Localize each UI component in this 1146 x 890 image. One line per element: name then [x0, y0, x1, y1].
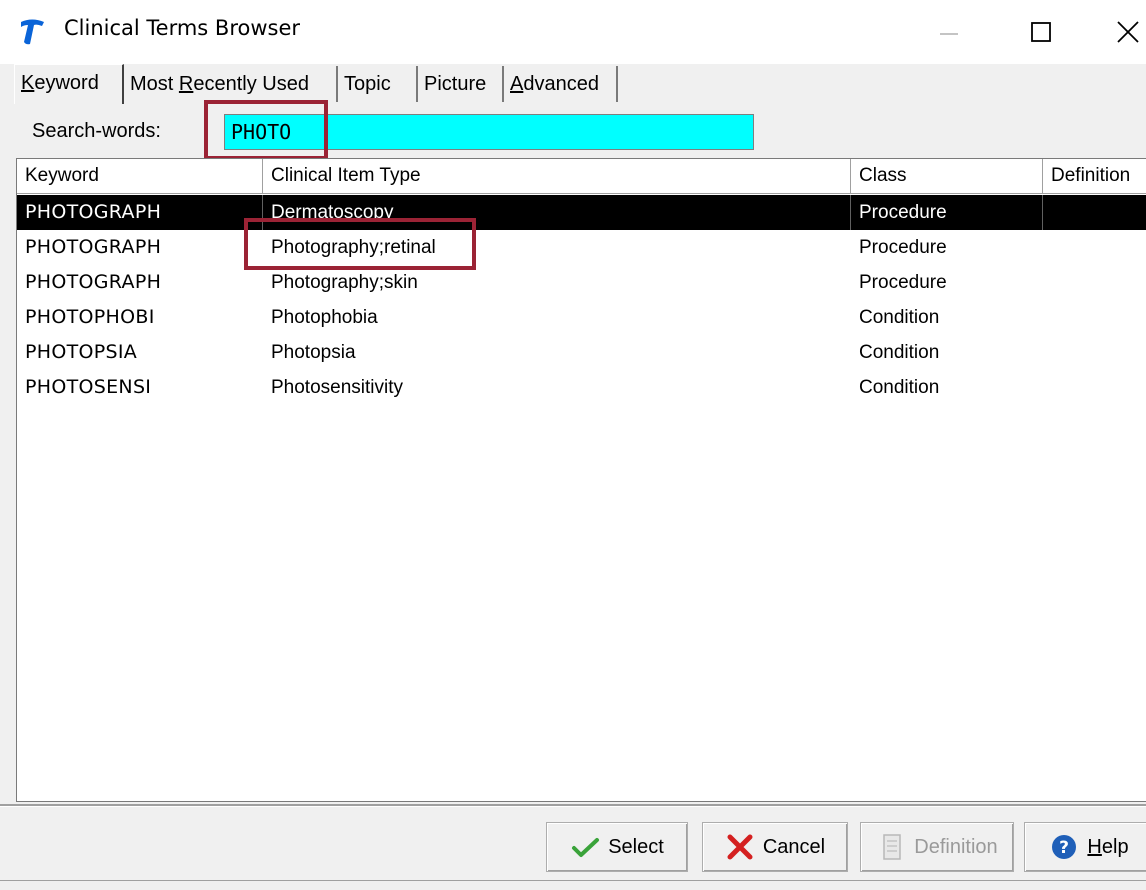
- cell-definition: [1043, 370, 1146, 405]
- cell-keyword: PHOTOGRAPH: [25, 271, 162, 293]
- definition-button-label: Definition: [914, 835, 998, 858]
- cell-definition: [1043, 195, 1146, 230]
- cell-clinical-item-type: Photophobia: [271, 307, 378, 328]
- tab-label-pre: Most: [130, 73, 179, 95]
- maximize-icon[interactable]: [1004, 0, 1074, 64]
- column-header-clinical-item-type[interactable]: Clinical Item Type: [263, 159, 851, 193]
- title-bar: Clinical Terms Browser: [0, 0, 1146, 64]
- cell-clinical-item-type: Photosensitivity: [271, 377, 404, 398]
- cell-clinical-item-type: Photopsia: [271, 342, 356, 363]
- tab-mnemonic: A: [510, 73, 524, 95]
- table-row[interactable]: PHOTOGRAPH Dermatoscopy Procedure: [17, 195, 1146, 230]
- tab-label-post: eyword: [34, 72, 99, 94]
- help-icon: ?: [1052, 835, 1077, 859]
- document-icon: [883, 834, 902, 860]
- minimize-icon[interactable]: [912, 0, 982, 64]
- cell-class: Condition: [859, 307, 940, 328]
- table-row[interactable]: PHOTOGRAPH Photography;skin Procedure: [17, 265, 1146, 300]
- window-title: Clinical Terms Browser: [64, 16, 301, 40]
- close-icon[interactable]: [1090, 0, 1146, 64]
- table-row[interactable]: PHOTOGRAPH Photography;retinal Procedure: [17, 230, 1146, 265]
- column-header-keyword[interactable]: Keyword: [17, 159, 263, 193]
- tab-label-post: ecently Used: [193, 73, 309, 95]
- results-grid[interactable]: Keyword Clinical Item Type Class Definit…: [16, 158, 1146, 802]
- cell-clinical-item-type: Dermatoscopy: [263, 195, 851, 230]
- definition-button[interactable]: Definition: [860, 822, 1014, 872]
- cell-definition: [1043, 265, 1146, 300]
- checkmark-icon: [572, 838, 600, 857]
- cell-clinical-item-type: Photography;retinal: [271, 237, 436, 258]
- tab-label-post: dvanced: [523, 73, 599, 95]
- table-row[interactable]: PHOTOPSIA Photopsia Condition: [17, 335, 1146, 370]
- cell-keyword: PHOTOGRAPH: [17, 195, 263, 230]
- search-words-input[interactable]: [224, 114, 754, 150]
- tab-most-recently-used[interactable]: Most Recently Used: [124, 66, 338, 102]
- help-button[interactable]: ? Help: [1024, 822, 1146, 872]
- cancel-x-icon: [727, 834, 753, 860]
- help-mnemonic: H: [1087, 835, 1102, 858]
- cell-definition: [1043, 300, 1146, 335]
- tab-label: Picture: [424, 73, 487, 95]
- tab-label: Topic: [344, 73, 391, 95]
- tab-topic[interactable]: Topic: [338, 66, 418, 102]
- tab-keyword[interactable]: Keyword: [14, 64, 124, 104]
- cell-keyword: PHOTOSENSI: [25, 376, 152, 398]
- tab-mnemonic: R: [178, 73, 194, 95]
- table-row[interactable]: PHOTOPHOBI Photophobia Condition: [17, 300, 1146, 335]
- search-words-label: Search-words:: [32, 120, 161, 142]
- tab-mnemonic: K: [21, 72, 35, 94]
- cell-class: Procedure: [859, 272, 947, 293]
- cell-clinical-item-type: Photography;skin: [271, 272, 418, 293]
- grid-header: Keyword Clinical Item Type Class Definit…: [17, 159, 1146, 194]
- cell-keyword: PHOTOGRAPH: [25, 236, 162, 258]
- select-button-label: Select: [608, 835, 664, 858]
- svg-text:?: ?: [1059, 838, 1069, 858]
- help-rest: elp: [1101, 835, 1129, 858]
- bottom-divider: [0, 804, 1146, 807]
- app-logo-icon: [21, 19, 44, 45]
- table-row[interactable]: PHOTOSENSI Photosensitivity Condition: [17, 370, 1146, 405]
- cell-class: Condition: [859, 377, 940, 398]
- column-header-class[interactable]: Class: [851, 159, 1043, 193]
- cell-definition: [1043, 230, 1146, 265]
- cancel-button-label: Cancel: [762, 835, 826, 858]
- select-button[interactable]: Select: [546, 822, 688, 872]
- cell-class: Procedure: [859, 237, 947, 258]
- tab-advanced[interactable]: Advanced: [504, 66, 618, 102]
- tab-picture[interactable]: Picture: [418, 66, 504, 102]
- cancel-button[interactable]: Cancel: [702, 822, 848, 872]
- column-header-definition[interactable]: Definition: [1043, 159, 1146, 193]
- cell-class: Procedure: [851, 195, 1043, 230]
- cell-definition: [1043, 335, 1146, 370]
- help-button-label: Help: [1087, 836, 1128, 859]
- cell-keyword: PHOTOPHOBI: [25, 306, 155, 328]
- cell-class: Condition: [859, 342, 940, 363]
- cell-keyword: PHOTOPSIA: [25, 341, 138, 363]
